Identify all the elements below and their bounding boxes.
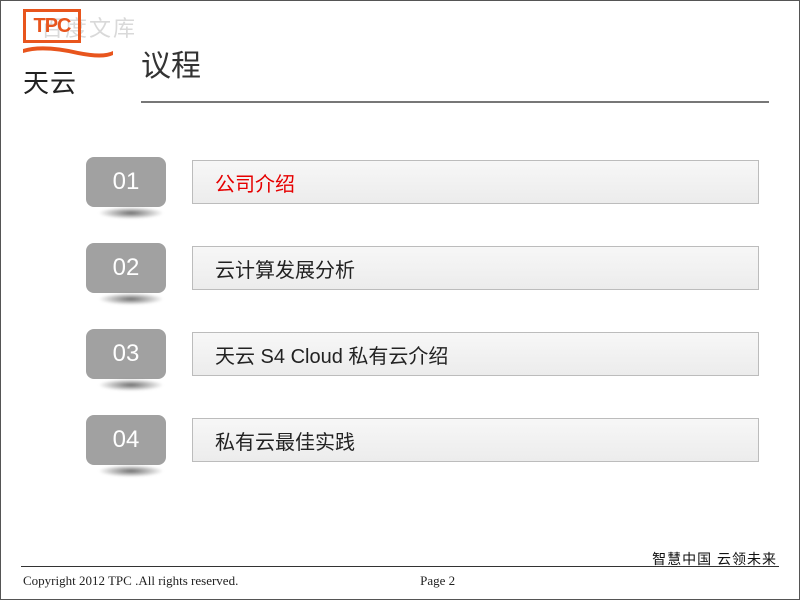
logo-swoosh-icon	[23, 45, 113, 61]
company-logo: TPC 天云	[23, 9, 115, 100]
agenda-number-badge: 01	[86, 157, 166, 207]
agenda-number-badge: 04	[86, 415, 166, 465]
agenda-number: 04	[113, 426, 140, 454]
slide: 百度文库 TPC 天云 议程 01 公司介绍 02 云计算发展分析	[0, 0, 800, 600]
title-underline	[141, 101, 769, 103]
footer-copyright: Copyright 2012 TPC .All rights reserved.	[23, 573, 238, 589]
agenda-item: 02 云计算发展分析	[86, 237, 759, 299]
page-title: 议程	[141, 41, 769, 95]
agenda-list: 01 公司介绍 02 云计算发展分析 03 天云 S4 Cloud 私有云介绍 …	[86, 151, 759, 495]
logo-monogram: TPC	[23, 9, 81, 43]
badge-shadow-icon	[98, 293, 164, 305]
footer: Copyright 2012 TPC .All rights reserved.…	[1, 566, 799, 599]
agenda-item: 03 天云 S4 Cloud 私有云介绍	[86, 323, 759, 385]
agenda-item: 01 公司介绍	[86, 151, 759, 213]
agenda-label: 公司介绍	[192, 160, 759, 204]
footer-row: Copyright 2012 TPC .All rights reserved.…	[1, 573, 799, 599]
agenda-number: 02	[113, 254, 140, 282]
footer-page-number: Page 2	[420, 573, 455, 589]
footer-divider	[21, 566, 779, 567]
badge-shadow-icon	[98, 379, 164, 391]
badge-shadow-icon	[98, 207, 164, 219]
agenda-number-badge: 03	[86, 329, 166, 379]
title-area: 议程	[141, 41, 769, 103]
logo-brand-text: 天云	[23, 63, 115, 100]
agenda-number: 01	[113, 168, 140, 196]
agenda-number-badge: 02	[86, 243, 166, 293]
agenda-label: 云计算发展分析	[192, 246, 759, 290]
agenda-label: 天云 S4 Cloud 私有云介绍	[192, 332, 759, 376]
agenda-number: 03	[113, 340, 140, 368]
badge-shadow-icon	[98, 465, 164, 477]
agenda-label: 私有云最佳实践	[192, 418, 759, 462]
agenda-item: 04 私有云最佳实践	[86, 409, 759, 471]
